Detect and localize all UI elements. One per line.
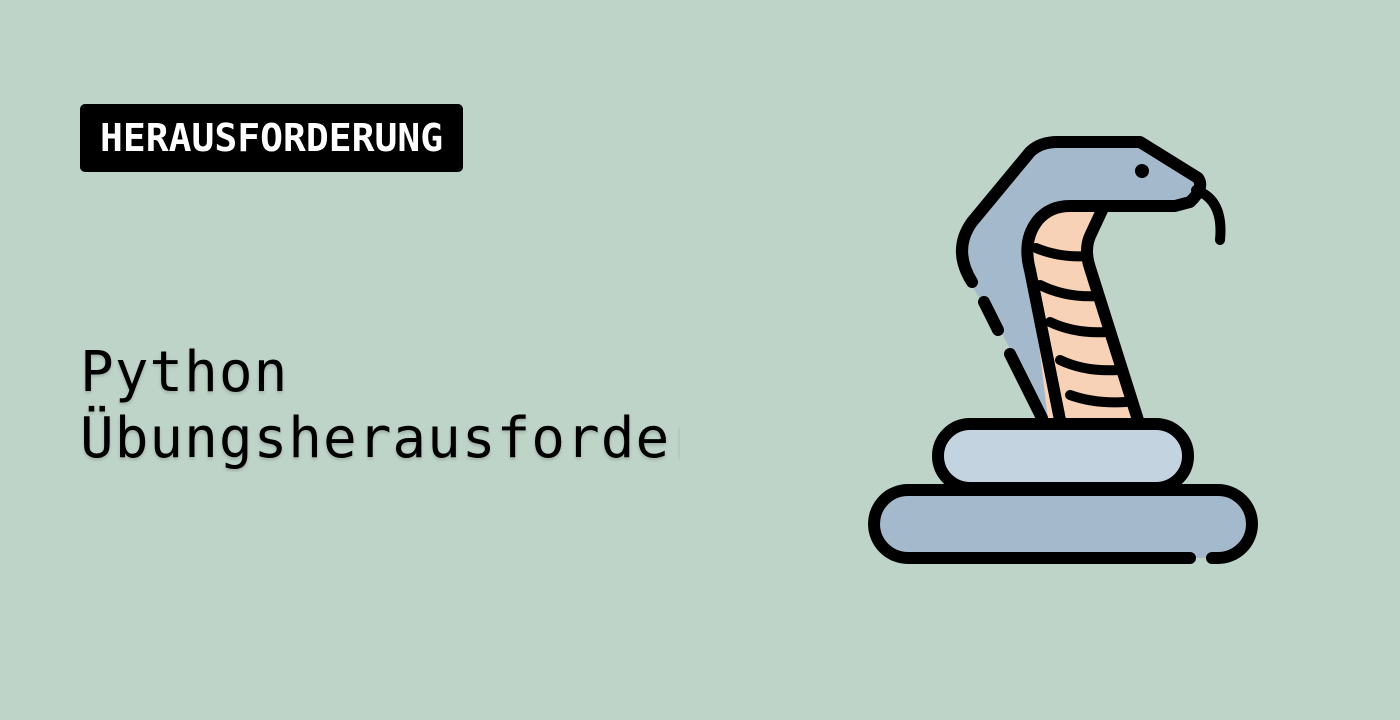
bottom-coil (874, 490, 1252, 558)
page-title: Python Übungsherausforderung (80, 340, 680, 472)
category-badge: HERAUSFORDERUNG (80, 104, 464, 172)
page-title-line-2: Übungsherausforderung (80, 406, 680, 471)
category-badge-label: HERAUSFORDERUNG (100, 116, 444, 160)
snake-eye (1135, 164, 1149, 178)
cobra-snake-icon (868, 136, 1258, 564)
page-title-line-1: Python (80, 340, 289, 405)
top-coil (932, 418, 1194, 494)
